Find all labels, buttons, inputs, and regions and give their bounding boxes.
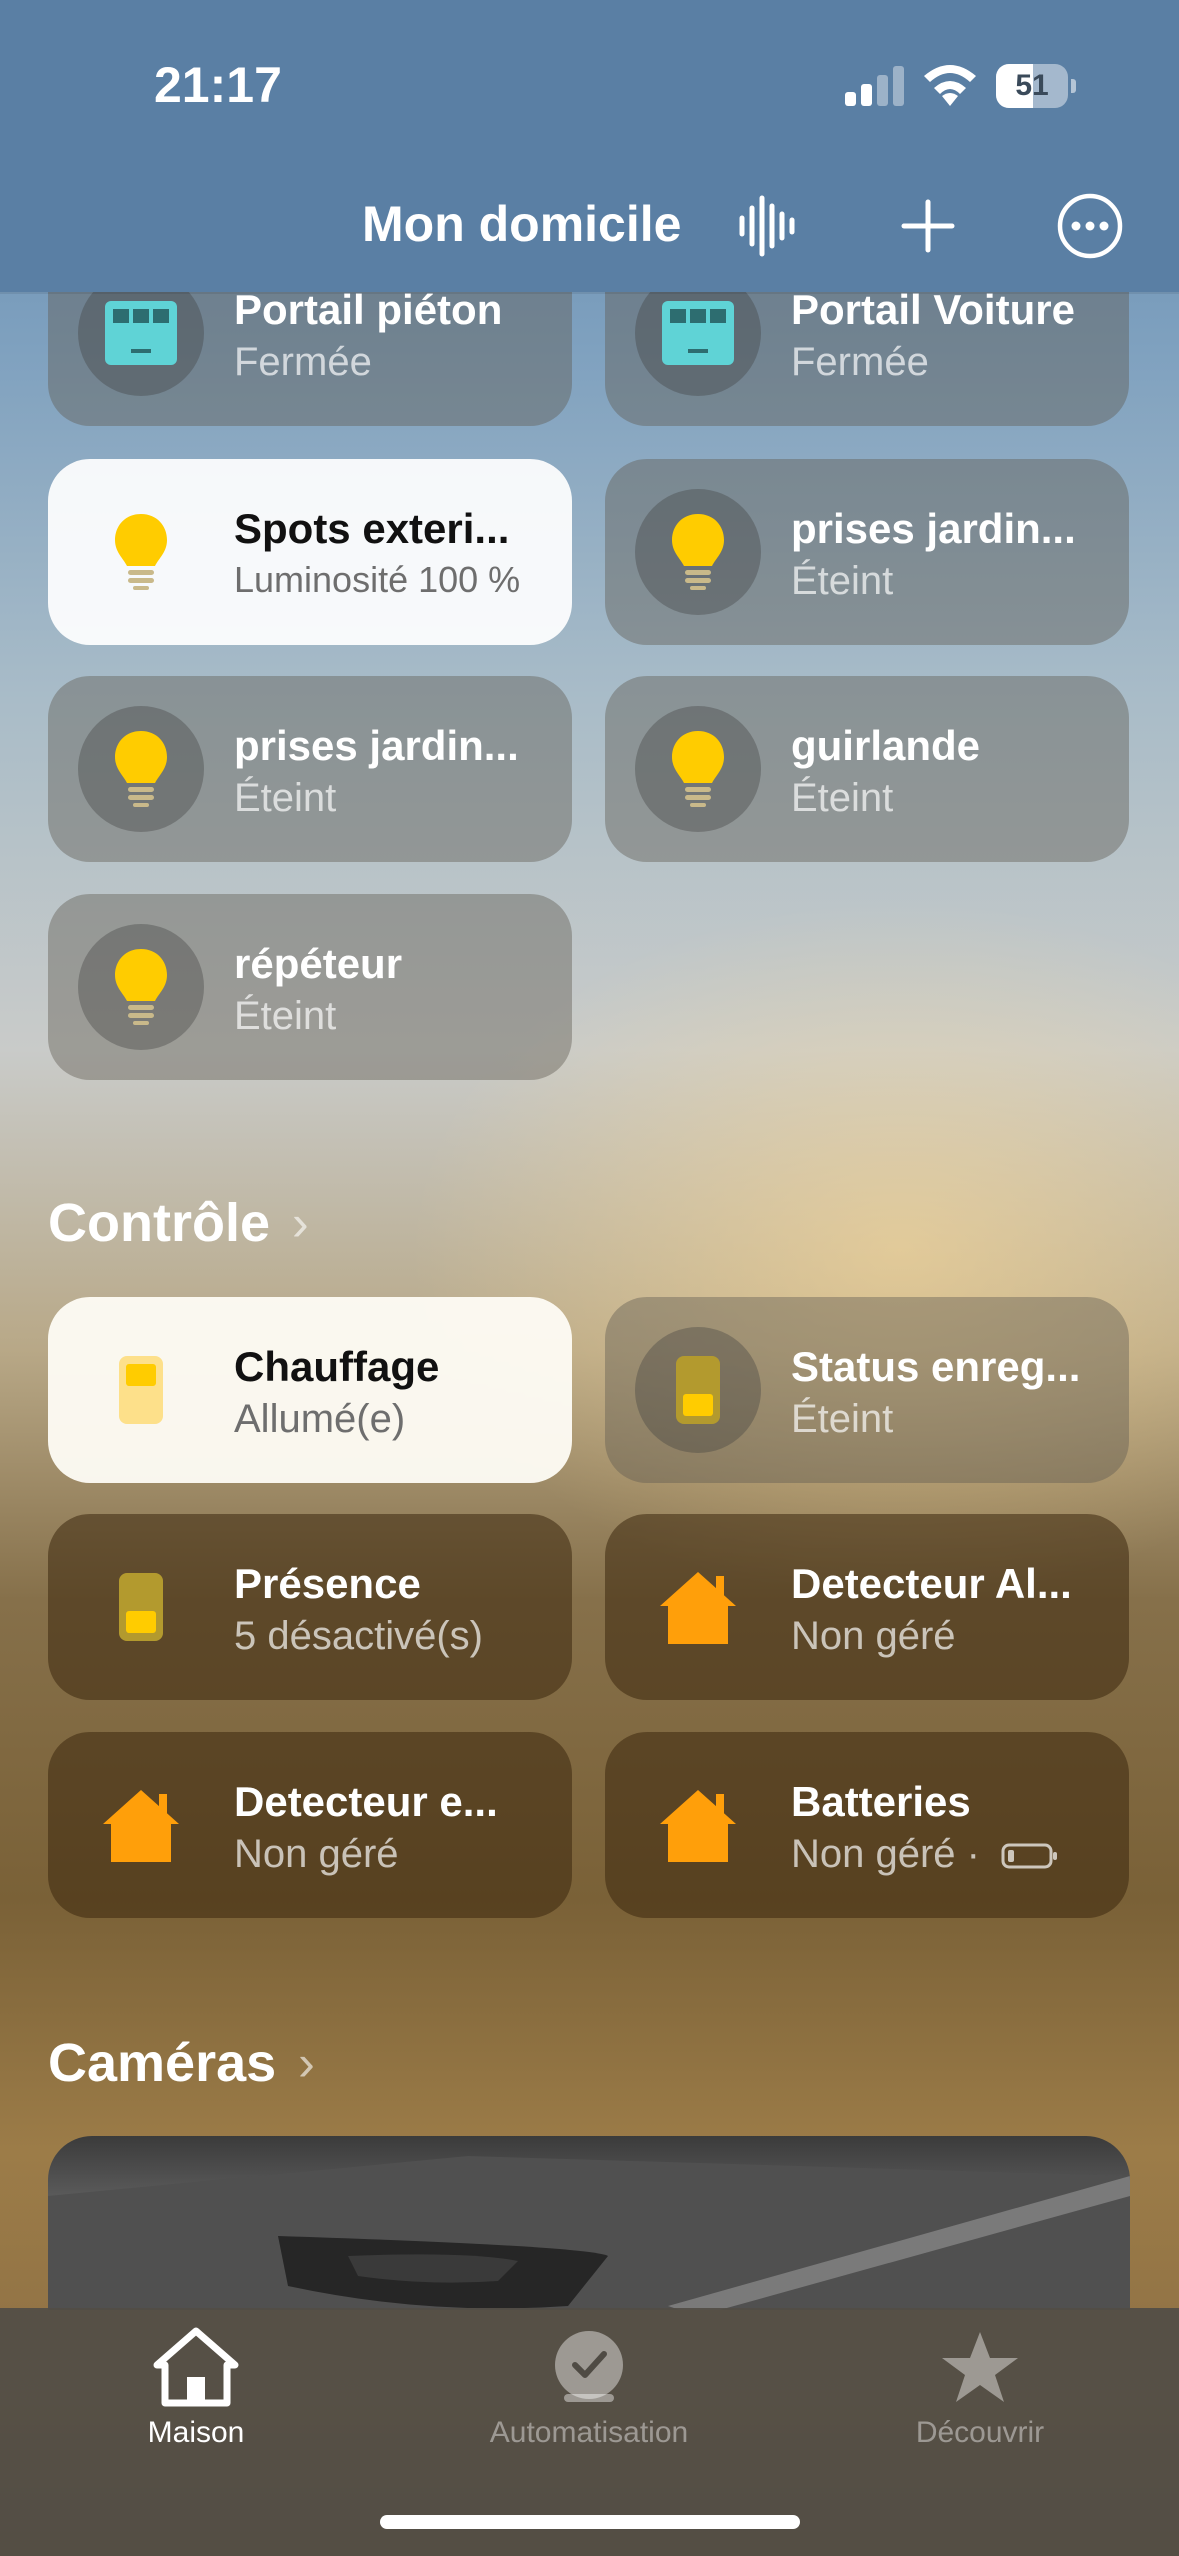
control-tile-chauffage[interactable]: Chauffage Allumé(e) [48, 1297, 572, 1483]
tile-name: Présence [234, 1560, 421, 1607]
camera-snapshot[interactable] [48, 2136, 1130, 2310]
tile-status: Non géré [791, 1614, 956, 1658]
bulb-icon[interactable] [635, 489, 761, 615]
tile-name: Chauffage [234, 1343, 440, 1390]
switch-icon[interactable] [78, 1327, 204, 1453]
home-icon[interactable] [635, 1544, 761, 1670]
tile-name: répéteur [234, 940, 403, 987]
battery-percent: 51 [1015, 69, 1049, 102]
tile-name: Status enreg... [791, 1343, 1081, 1390]
more-icon[interactable] [1050, 186, 1130, 266]
tile-name: prises jardin... [791, 505, 1076, 552]
control-tile-status-enregistrement[interactable]: Status enreg... Éteint [605, 1297, 1129, 1483]
tile-status: Éteint [234, 776, 337, 820]
bulb-icon[interactable] [78, 489, 204, 615]
tile-status: Fermée [234, 340, 372, 384]
tile-name: guirlande [791, 722, 981, 769]
tab-maison[interactable]: Maison [16, 2308, 376, 2478]
switch-icon[interactable] [635, 1327, 761, 1453]
tile-status: 5 désactivé(s) [234, 1614, 483, 1658]
tile-name: Portail Voiture [791, 286, 1075, 333]
voice-waveform-icon[interactable] [728, 186, 808, 266]
accessory-tile-spots-exterieurs[interactable]: Spots exteri... Luminosité 100 % [48, 459, 572, 645]
control-tile-presence[interactable]: Présence 5 désactivé(s) [48, 1514, 572, 1700]
tile-name: Detecteur Al... [791, 1560, 1072, 1607]
tile-status: Non géré · [791, 1832, 1121, 1879]
battery-icon: 51 [996, 64, 1076, 108]
tab-label: Maison [147, 2416, 245, 2449]
accessory-tile-prises-jardin-2[interactable]: prises jardin... Éteint [48, 676, 572, 862]
clock-check-icon [544, 2324, 634, 2410]
control-tile-batteries[interactable]: Batteries Non géré · [605, 1732, 1129, 1918]
tile-status: Éteint [791, 1397, 894, 1441]
switch-icon[interactable] [78, 1544, 204, 1670]
accessory-tile-prises-jardin-1[interactable]: prises jardin... Éteint [605, 459, 1129, 645]
tile-status: Éteint [791, 776, 894, 820]
home-content[interactable]: Portail piéton Fermée Portail Voiture Fe… [0, 0, 1179, 2310]
camera-image [48, 2156, 1130, 2310]
cellular-signal-icon [845, 64, 907, 106]
tab-decouvrir[interactable]: Découvrir [800, 2308, 1160, 2478]
tab-label: Découvrir [915, 2416, 1045, 2449]
home-icon[interactable] [635, 1762, 761, 1888]
tile-status: Éteint [234, 994, 337, 1038]
star-icon [935, 2324, 1025, 2410]
status-bar: 21:17 51 [0, 0, 1179, 170]
tile-status-text: Non géré · [791, 1832, 980, 1876]
bulb-icon[interactable] [78, 924, 204, 1050]
tab-label: Automatisation [489, 2416, 689, 2449]
tile-status: Luminosité 100 % [234, 559, 521, 600]
tile-status: Éteint [791, 559, 894, 603]
clock: 21:17 [154, 57, 282, 113]
tile-name: prises jardin... [234, 722, 519, 769]
section-title: Caméras [48, 2033, 277, 2093]
accessory-tile-guirlande[interactable]: guirlande Éteint [605, 676, 1129, 862]
bulb-icon[interactable] [635, 706, 761, 832]
house-icon [151, 2324, 241, 2410]
tile-name: Batteries [791, 1778, 971, 1825]
low-battery-icon [1001, 1834, 1059, 1879]
bulb-icon[interactable] [78, 706, 204, 832]
home-icon[interactable] [78, 1762, 204, 1888]
chevron-right-icon: › [298, 2035, 315, 2091]
tile-status: Allumé(e) [234, 1397, 406, 1441]
chevron-right-icon: › [292, 1195, 309, 1251]
section-controle-header[interactable]: Contrôle › [48, 1192, 309, 1254]
section-title: Contrôle [48, 1193, 270, 1253]
tile-name: Detecteur e... [234, 1778, 498, 1825]
section-cameras-header[interactable]: Caméras › [48, 2032, 315, 2094]
tile-status: Fermée [791, 340, 929, 384]
tab-automatisation[interactable]: Automatisation [409, 2308, 769, 2478]
tile-name: Portail piéton [234, 286, 503, 333]
accessory-tile-repeteur[interactable]: répéteur Éteint [48, 894, 572, 1080]
wifi-icon [922, 60, 978, 108]
page-title: Mon domicile [362, 196, 682, 252]
tile-name: Spots exteri... [234, 505, 510, 552]
plus-icon[interactable] [888, 186, 968, 266]
control-tile-detecteur-al[interactable]: Detecteur Al... Non géré [605, 1514, 1129, 1700]
control-tile-detecteur-e[interactable]: Detecteur e... Non géré [48, 1732, 572, 1918]
home-indicator[interactable] [380, 2515, 800, 2529]
tile-status: Non géré [234, 1832, 399, 1876]
